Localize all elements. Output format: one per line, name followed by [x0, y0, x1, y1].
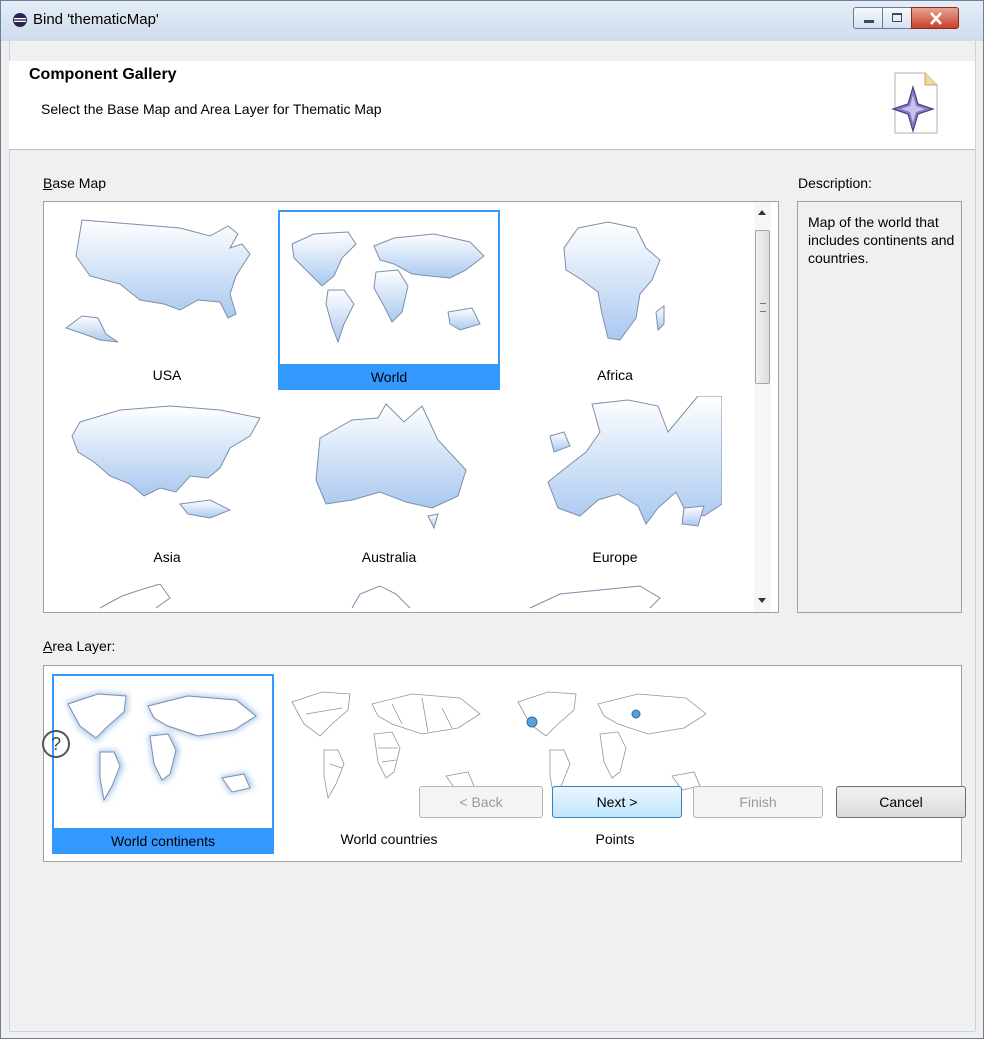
area-layer-item-world-continents[interactable]: World continents — [52, 674, 274, 854]
europe-map-thumbnail — [547, 396, 722, 527]
base-map-scrollbar[interactable] — [754, 202, 771, 612]
australia-map-thumbnail — [315, 403, 467, 530]
base-map-item-asia[interactable]: Asia — [56, 392, 278, 572]
base-map-label-text: ase Map — [52, 175, 107, 191]
frame-border-right — [975, 41, 976, 1031]
page-subtitle: Select the Base Map and Area Layer for T… — [41, 101, 382, 117]
world-map-thumbnail — [291, 231, 485, 344]
base-map-item-africa[interactable]: Africa — [504, 210, 726, 390]
footer-separator — [9, 1031, 975, 1032]
description-panel: Map of the world that includes continent… — [797, 201, 962, 613]
cancel-button[interactable]: Cancel — [836, 786, 966, 818]
area-layer-item-caption: World continents — [52, 828, 274, 854]
base-map-item-caption: USA — [152, 367, 182, 383]
gallery-next-row-peek — [99, 584, 661, 609]
maximize-icon — [892, 13, 902, 22]
base-map-gallery[interactable]: USA World Africa Asia Australia Europe — [43, 201, 779, 613]
back-button[interactable]: < Back — [419, 786, 543, 818]
base-map-item-caption: Europe — [592, 549, 638, 565]
scrollbar-thumb[interactable] — [755, 230, 770, 384]
base-map-item-caption: Asia — [153, 549, 181, 565]
base-map-item-world[interactable]: World — [278, 210, 500, 390]
frame-border-left — [9, 41, 10, 1031]
area-layer-item-caption: Points — [595, 831, 635, 847]
next-button-label: Next > — [596, 794, 638, 810]
base-map-item-europe[interactable]: Europe — [504, 392, 726, 572]
minimize-icon — [864, 20, 874, 23]
base-map-item-caption: Africa — [597, 367, 633, 383]
area-layer-label: Area Layer: — [43, 638, 116, 654]
scrollbar-grip-icon — [760, 303, 766, 312]
finish-button-label: Finish — [739, 794, 777, 810]
base-map-item-caption: World — [278, 364, 500, 390]
area-layer-label-text: rea Layer: — [52, 638, 116, 654]
eclipse-icon — [13, 13, 27, 27]
scroll-up-icon[interactable] — [758, 210, 766, 215]
area-layer-gallery[interactable]: World continents World countries Points — [43, 665, 962, 862]
next-button[interactable]: Next > — [552, 786, 682, 818]
africa-map-thumbnail — [563, 221, 665, 341]
base-map-label: Base Map — [43, 175, 107, 191]
area-layer-item-caption: World countries — [340, 831, 438, 847]
asia-map-thumbnail — [71, 405, 261, 519]
window-title: Bind 'thematicMap' — [33, 11, 159, 28]
world-continents-thumbnail — [66, 692, 260, 804]
help-icon[interactable]: ? — [42, 730, 70, 758]
base-map-item-caption: Australia — [361, 549, 417, 565]
minimize-button[interactable] — [853, 7, 883, 29]
finish-button[interactable]: Finish — [693, 786, 823, 818]
cancel-button-label: Cancel — [879, 794, 923, 810]
close-icon — [930, 12, 942, 25]
base-map-item-australia[interactable]: Australia — [278, 392, 500, 572]
description-label: Description: — [798, 175, 872, 191]
area-layer-item-world-countries[interactable]: World countries — [278, 674, 500, 854]
area-layer-item-points[interactable]: Points — [504, 674, 726, 854]
base-map-item-usa[interactable]: USA — [56, 210, 278, 390]
dialog-window: Bind 'thematicMap' Component Gallery Sel… — [0, 0, 984, 1039]
usa-map-thumbnail — [64, 219, 251, 343]
title-bar[interactable]: Bind 'thematicMap' — [1, 1, 983, 41]
wizard-star-icon — [891, 72, 938, 134]
close-button[interactable] — [911, 7, 959, 29]
back-button-label: < Back — [459, 794, 503, 810]
scroll-down-icon[interactable] — [758, 598, 766, 603]
description-text: Map of the world that includes continent… — [808, 214, 955, 266]
page-title: Component Gallery — [29, 66, 177, 83]
wizard-header: Component Gallery Select the Base Map an… — [9, 61, 975, 150]
maximize-button[interactable] — [882, 7, 912, 29]
